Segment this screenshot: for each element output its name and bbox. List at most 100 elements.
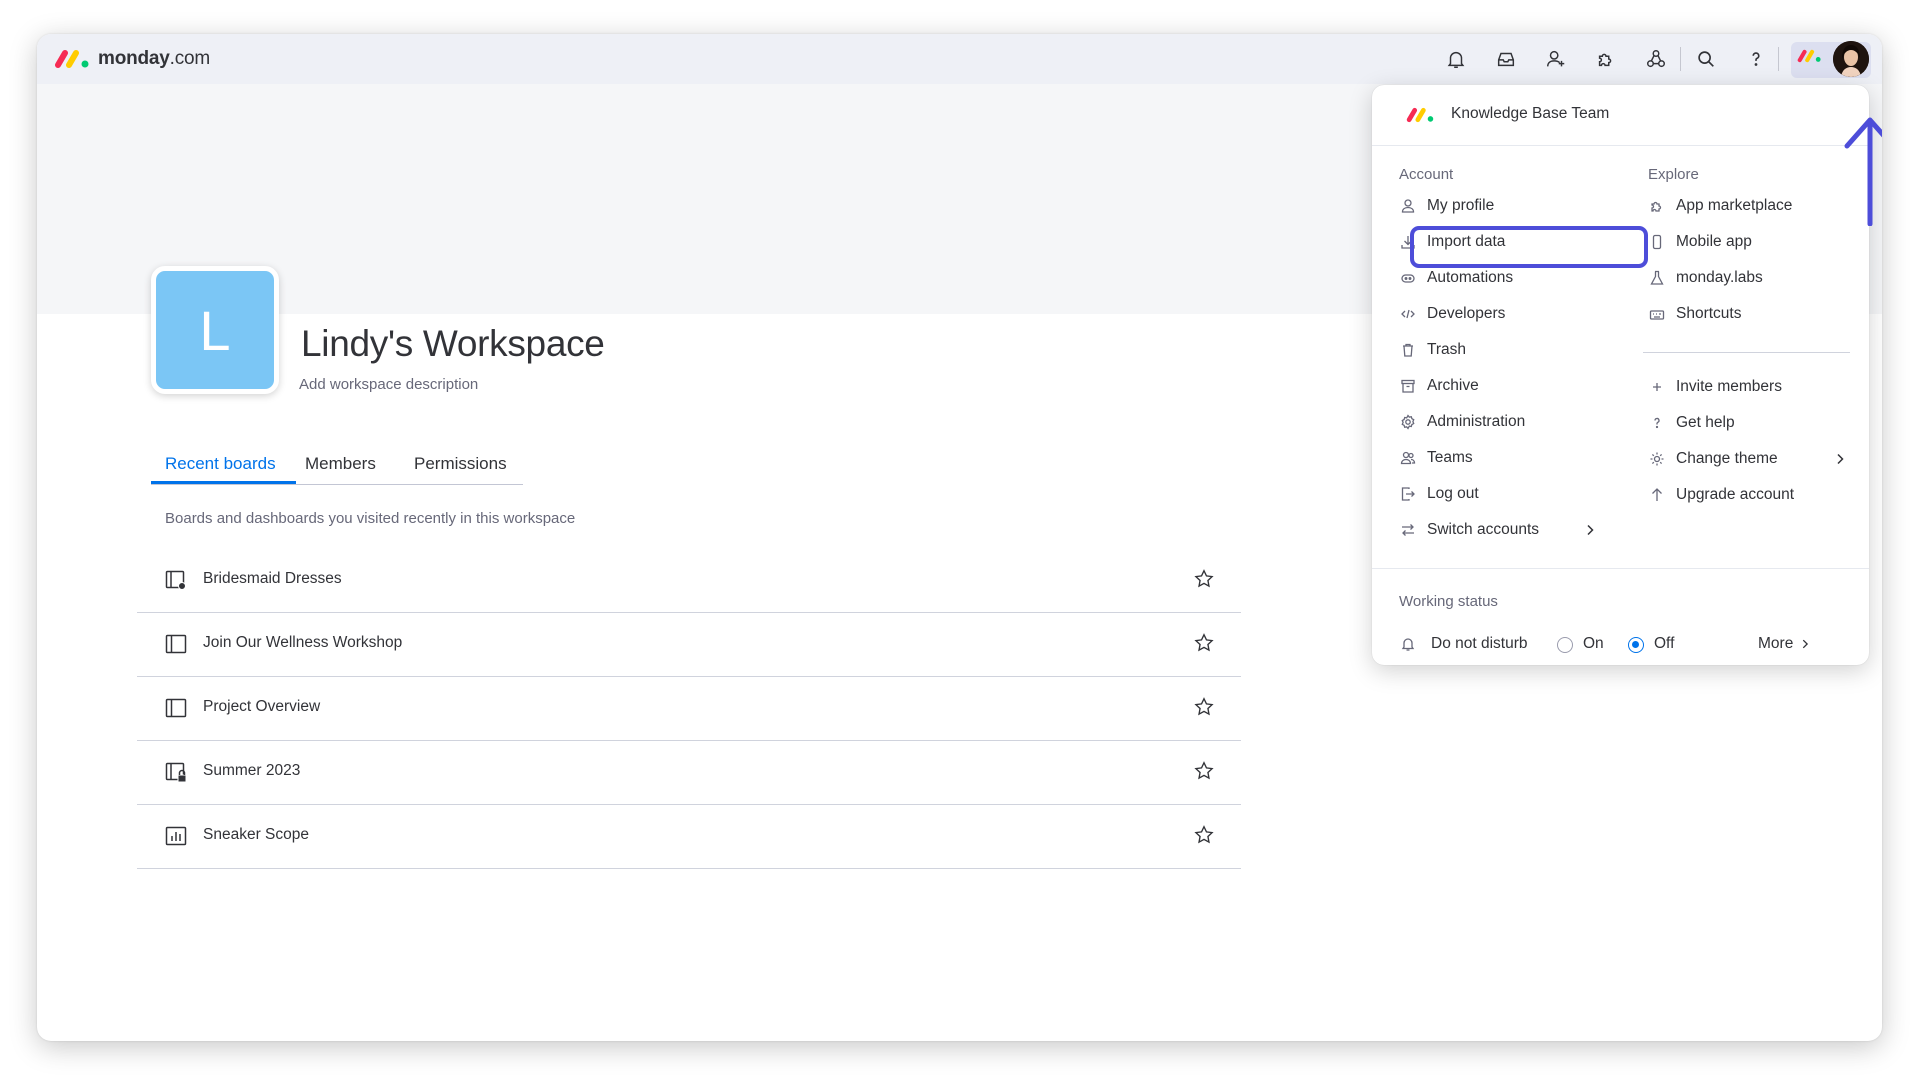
- mobile-icon: [1648, 233, 1666, 251]
- menu-item-label: Archive: [1427, 377, 1479, 394]
- tab-members[interactable]: Members: [305, 454, 376, 474]
- menu-item-administration[interactable]: Administration: [1399, 410, 1525, 434]
- workspace-initial: L: [199, 298, 231, 362]
- menu-item-label: Developers: [1427, 305, 1506, 322]
- menu-item-log-out[interactable]: Log out: [1399, 482, 1479, 506]
- code-icon: [1399, 305, 1417, 323]
- menu-item-label: Invite members: [1676, 378, 1782, 395]
- do-not-disturb-label: Do not disturb: [1431, 635, 1528, 652]
- workspace-description-input[interactable]: Add workspace description: [299, 376, 478, 393]
- team-logo-icon: [1406, 107, 1434, 123]
- dnd-on-label[interactable]: On: [1583, 632, 1604, 656]
- private-board-icon: [165, 762, 187, 783]
- chevron-right-icon[interactable]: [1583, 523, 1597, 537]
- switch-icon: [1399, 521, 1417, 539]
- board-name[interactable]: Project Overview: [203, 698, 320, 716]
- help-icon[interactable]: [1742, 45, 1770, 73]
- star-icon[interactable]: [1193, 760, 1215, 782]
- menu-item-label: Change theme: [1676, 450, 1778, 467]
- toolbar-divider: [1680, 47, 1681, 71]
- board-row[interactable]: Join Our Wellness Workshop: [137, 613, 1241, 677]
- board-name[interactable]: Sneaker Scope: [203, 826, 309, 844]
- do-not-disturb: Do not disturb: [1399, 632, 1528, 656]
- tab-permissions[interactable]: Permissions: [414, 454, 507, 474]
- dnd-on-radio[interactable]: [1557, 637, 1573, 653]
- shared-board-icon: [165, 570, 186, 590]
- menu-item-automations[interactable]: Automations: [1399, 266, 1513, 290]
- my-profile-highlight: [1410, 226, 1648, 268]
- team-icon: [1399, 449, 1417, 467]
- more-button[interactable]: More: [1758, 632, 1811, 656]
- menu-item-developers[interactable]: Developers: [1399, 302, 1505, 326]
- menu-item-label: My profile: [1427, 197, 1495, 214]
- explore-section-label: Explore: [1648, 166, 1699, 183]
- workspace-title[interactable]: Lindy's Workspace: [301, 323, 605, 365]
- menu-item-invite-members[interactable]: Invite members: [1648, 375, 1782, 399]
- chevron-right-icon: [1803, 639, 1809, 649]
- menu-item-label: Get help: [1676, 414, 1735, 431]
- menu-item-label: Automations: [1427, 269, 1514, 286]
- dnd-off-radio[interactable]: [1628, 637, 1644, 653]
- team-name: Knowledge Base Team: [1451, 105, 1610, 122]
- menu-item-label: Mobile app: [1676, 233, 1752, 250]
- board-icon: [165, 698, 187, 718]
- menu-item-mobile-app[interactable]: Mobile app: [1648, 230, 1752, 254]
- menu-item-label: Shortcuts: [1676, 305, 1742, 322]
- plus-icon: [1648, 378, 1666, 396]
- board-name[interactable]: Bridesmaid Dresses: [203, 570, 342, 588]
- tab-recent-boards[interactable]: Recent boards: [165, 454, 276, 474]
- workspace-avatar[interactable]: L: [151, 266, 279, 394]
- upgrade-icon: [1648, 486, 1666, 504]
- apps-icon[interactable]: [1592, 45, 1620, 73]
- menu-header: Knowledge Base Team: [1372, 85, 1869, 146]
- menu-item-label: Upgrade account: [1676, 486, 1795, 503]
- menu-item-monday-labs[interactable]: monday.labs: [1648, 266, 1763, 290]
- user-avatar[interactable]: [1833, 41, 1869, 77]
- notifications-icon[interactable]: [1442, 45, 1470, 73]
- board-name[interactable]: Join Our Wellness Workshop: [203, 634, 402, 652]
- chevron-right-icon[interactable]: [1833, 452, 1847, 466]
- board-row[interactable]: Sneaker Scope: [137, 805, 1241, 869]
- person-icon: [1399, 197, 1417, 215]
- menu-item-switch-accounts[interactable]: Switch accounts: [1399, 518, 1539, 542]
- dashboard-icon: [165, 826, 187, 846]
- board-icon: [165, 634, 187, 654]
- star-icon[interactable]: [1193, 824, 1215, 846]
- integrations-icon[interactable]: [1642, 45, 1670, 73]
- board-row[interactable]: Project Overview: [137, 677, 1241, 741]
- menu-item-label: Administration: [1427, 413, 1526, 430]
- menu-item-get-help[interactable]: Get help: [1648, 411, 1735, 435]
- flask-icon: [1648, 269, 1666, 287]
- dnd-off-label[interactable]: Off: [1654, 632, 1674, 656]
- board-row[interactable]: Summer 2023: [137, 741, 1241, 805]
- more-label: More: [1758, 635, 1794, 652]
- trash-icon: [1399, 341, 1417, 359]
- menu-item-my-profile[interactable]: My profile: [1399, 194, 1494, 218]
- help-icon: [1648, 414, 1666, 432]
- archive-icon: [1399, 377, 1417, 395]
- logout-icon: [1399, 485, 1417, 503]
- menu-item-shortcuts[interactable]: Shortcuts: [1648, 302, 1741, 326]
- menu-item-upgrade-account[interactable]: Upgrade account: [1648, 483, 1794, 507]
- menu-item-archive[interactable]: Archive: [1399, 374, 1479, 398]
- star-icon[interactable]: [1193, 696, 1215, 718]
- menu-item-app-marketplace[interactable]: App marketplace: [1648, 194, 1792, 218]
- star-icon[interactable]: [1193, 632, 1215, 654]
- star-icon[interactable]: [1193, 568, 1215, 590]
- menu-item-trash[interactable]: Trash: [1399, 338, 1466, 362]
- monday-logo[interactable]: monday.com: [54, 47, 210, 71]
- invite-members-icon[interactable]: [1542, 45, 1570, 73]
- top-bar: monday.com: [37, 34, 1882, 84]
- annotation-arrow-icon: [1844, 117, 1882, 226]
- working-status-label: Working status: [1399, 593, 1498, 610]
- board-row[interactable]: Bridesmaid Dresses: [137, 549, 1241, 613]
- menu-item-teams[interactable]: Teams: [1399, 446, 1473, 470]
- account-dropdown-menu: Knowledge Base Team Account Explore My p…: [1372, 85, 1869, 665]
- menu-item-change-theme[interactable]: Change theme: [1648, 447, 1778, 471]
- inbox-icon[interactable]: [1492, 45, 1520, 73]
- theme-icon: [1648, 450, 1666, 468]
- menu-item-label: Trash: [1427, 341, 1467, 358]
- menu-item-label: monday.labs: [1676, 269, 1763, 286]
- search-icon[interactable]: [1692, 45, 1720, 73]
- board-name[interactable]: Summer 2023: [203, 762, 300, 780]
